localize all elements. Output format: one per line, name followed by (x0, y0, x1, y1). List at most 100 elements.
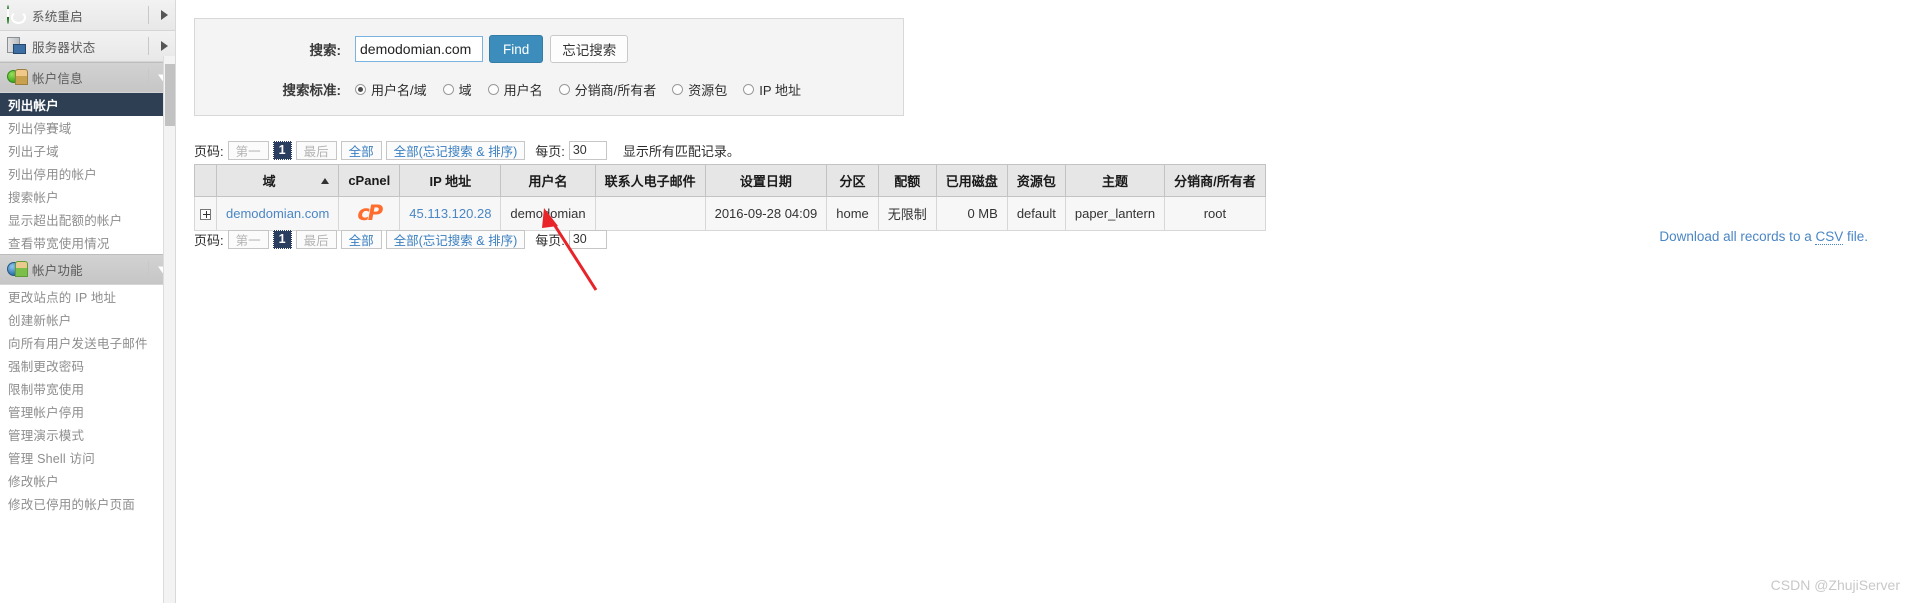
sidebar: 系统重启 服务器状态 帐户信息 列出帐户 列出停賽域 列出子域 列出停用的帐户 … (0, 0, 176, 603)
sidebar-item-limit-bandwidth-usage[interactable]: 限制带宽使用 (0, 377, 175, 400)
sidebar-item-search-accounts[interactable]: 搜索帐户 (0, 185, 175, 208)
pager-top: 页码: 第一 1 最后 全部 全部(忘记搜索 & 排序) 每页: 显示所有匹配记… (194, 139, 740, 161)
th-package[interactable]: 资源包 (1006, 164, 1066, 197)
radio-reseller-owner[interactable]: 分销商/所有者 (558, 80, 657, 99)
sidebar-item-label: 更改站点的 IP 地址 (8, 291, 117, 305)
all-reset-button[interactable]: 全部(忘记搜索 & 排序) (385, 140, 526, 160)
divider (148, 37, 149, 55)
current-page-button[interactable]: 1 (272, 229, 292, 249)
th-username[interactable]: 用户名 (500, 164, 596, 197)
sidebar-item-manage-account-suspension[interactable]: 管理帐户停用 (0, 400, 175, 423)
sidebar-group-system-restart[interactable]: 系统重启 (0, 0, 175, 31)
sidebar-group-server-status[interactable]: 服务器状态 (0, 31, 175, 62)
current-page-button[interactable]: 1 (272, 140, 292, 160)
sidebar-item-over-quota-accounts[interactable]: 显示超出配额的帐户 (0, 208, 175, 231)
td-setup-date: 2016-09-28 04:09 (704, 196, 828, 231)
th-theme[interactable]: 主题 (1064, 164, 1166, 197)
sidebar-item-label: 向所有用户发送电子邮件 (8, 337, 148, 351)
last-page-button[interactable]: 最后 (295, 229, 337, 249)
csv-prefix: Download all records to a (1659, 229, 1816, 244)
radio-package[interactable]: 资源包 (672, 80, 727, 99)
expand-icon[interactable] (200, 209, 211, 221)
search-criteria-row: 搜索标准: 用户名/域 域 用户名 分销商/所有者 资源包 IP 地址 (195, 77, 903, 101)
sidebar-item-label: 创建新帐户 (8, 314, 72, 328)
per-page-input[interactable] (568, 229, 607, 249)
page-label: 页码: (194, 143, 224, 159)
sidebar-item-email-all-users[interactable]: 向所有用户发送电子邮件 (0, 331, 175, 354)
sidebar-item-list-subdomains[interactable]: 列出子域 (0, 139, 175, 162)
account-functions-icon (7, 260, 26, 279)
all-reset-button[interactable]: 全部(忘记搜索 & 排序) (385, 229, 526, 249)
sidebar-item-force-password-change[interactable]: 强制更改密码 (0, 354, 175, 377)
radio-ip-address[interactable]: IP 地址 (743, 80, 801, 99)
accounts-table: 域 cPanel IP 地址 用户名 联系人电子邮件 设置日期 分区 配额 已用… (194, 164, 1266, 231)
sidebar-item-label: 限制带宽使用 (8, 383, 85, 397)
radio-user-domain[interactable]: 用户名/域 (355, 80, 427, 99)
first-page-button[interactable]: 第一 (227, 229, 269, 249)
sidebar-item-manage-demo-mode[interactable]: 管理演示模式 (0, 423, 175, 446)
csv-suffix: file. (1843, 229, 1868, 244)
forget-search-button[interactable]: 忘记搜索 (550, 35, 629, 63)
th-partition[interactable]: 分区 (826, 164, 879, 197)
sidebar-group-account-info[interactable]: 帐户信息 (0, 62, 175, 93)
page-label: 页码: (194, 232, 224, 248)
ip-link[interactable]: 45.113.120.28 (409, 206, 491, 221)
sort-asc-icon (321, 177, 330, 184)
td-quota: 无限制 (877, 196, 937, 231)
sidebar-item-view-bandwidth-usage[interactable]: 查看带宽使用情况 (0, 231, 175, 254)
sidebar-item-create-new-account[interactable]: 创建新帐户 (0, 308, 175, 331)
chevron-right-icon (161, 41, 168, 51)
sidebar-item-label: 搜索帐户 (8, 191, 59, 205)
sidebar-item-modify-account[interactable]: 修改帐户 (0, 469, 175, 492)
divider (148, 69, 149, 86)
search-input[interactable] (355, 36, 483, 62)
th-domain[interactable]: 域 (215, 164, 340, 197)
sidebar-item-list-parked-domains[interactable]: 列出停賽域 (0, 116, 175, 139)
sidebar-group-label: 帐户信息 (32, 72, 83, 86)
th-quota[interactable]: 配额 (877, 164, 937, 197)
th-ip-address[interactable]: IP 地址 (399, 164, 502, 197)
sidebar-group-label: 系统重启 (32, 9, 83, 24)
sidebar-item-list-accounts[interactable]: 列出帐户 (0, 93, 175, 116)
first-page-button[interactable]: 第一 (227, 140, 269, 160)
th-setup-date[interactable]: 设置日期 (704, 164, 828, 197)
sidebar-item-manage-shell-access[interactable]: 管理 Shell 访问 (0, 446, 175, 469)
server-status-icon (7, 37, 26, 56)
sidebar-item-list-suspended-accounts[interactable]: 列出停用的帐户 (0, 162, 175, 185)
sidebar-item-label: 修改帐户 (8, 475, 59, 489)
sidebar-group-label: 服务器状态 (32, 40, 96, 55)
per-page-input[interactable] (568, 140, 607, 160)
radio-icon (355, 83, 366, 95)
th-owner[interactable]: 分销商/所有者 (1164, 164, 1266, 197)
td-username: demodomian (500, 196, 596, 231)
cpanel-logo-icon[interactable]: cP (357, 203, 383, 224)
radio-domain[interactable]: 域 (442, 80, 472, 99)
td-expand[interactable] (194, 196, 217, 231)
domain-link[interactable]: demodomian.com (226, 206, 329, 221)
radio-label: 用户名/域 (371, 82, 427, 98)
divider (148, 6, 149, 24)
download-csv-link[interactable]: Download all records to a CSV file. (1659, 229, 1868, 245)
search-label: 搜索: (309, 43, 342, 58)
sidebar-scrollbar-thumb[interactable] (165, 64, 175, 126)
sidebar-item-modify-suspended-account-page[interactable]: 修改已停用的帐户页面 (0, 492, 175, 515)
search-panel: 搜索: Find 忘记搜索 搜索标准: 用户名/域 域 用户名 (194, 18, 904, 116)
radio-label: 用户名 (503, 82, 543, 98)
sidebar-scrollbar[interactable] (163, 56, 175, 603)
last-page-button[interactable]: 最后 (295, 140, 337, 160)
th-cpanel[interactable]: cPanel (338, 164, 401, 197)
sidebar-group-account-functions[interactable]: 帐户功能 (0, 254, 175, 285)
find-button[interactable]: Find (489, 35, 544, 63)
td-disk-used: 0 MB (935, 196, 1008, 231)
td-cpanel[interactable]: cP (338, 196, 401, 231)
th-contact-email[interactable]: 联系人电子邮件 (594, 164, 706, 197)
radio-label: 域 (458, 82, 472, 98)
all-pages-button[interactable]: 全部 (340, 140, 382, 160)
main-content: 搜索: Find 忘记搜索 搜索标准: 用户名/域 域 用户名 (176, 0, 1918, 603)
sidebar-item-change-site-ip[interactable]: 更改站点的 IP 地址 (0, 285, 175, 308)
th-disk-used[interactable]: 已用磁盘 (935, 164, 1008, 197)
radio-username[interactable]: 用户名 (487, 80, 543, 99)
all-pages-button[interactable]: 全部 (340, 229, 382, 249)
csv-abbr: CSV (1815, 229, 1844, 245)
radio-label: 分销商/所有者 (574, 82, 657, 98)
